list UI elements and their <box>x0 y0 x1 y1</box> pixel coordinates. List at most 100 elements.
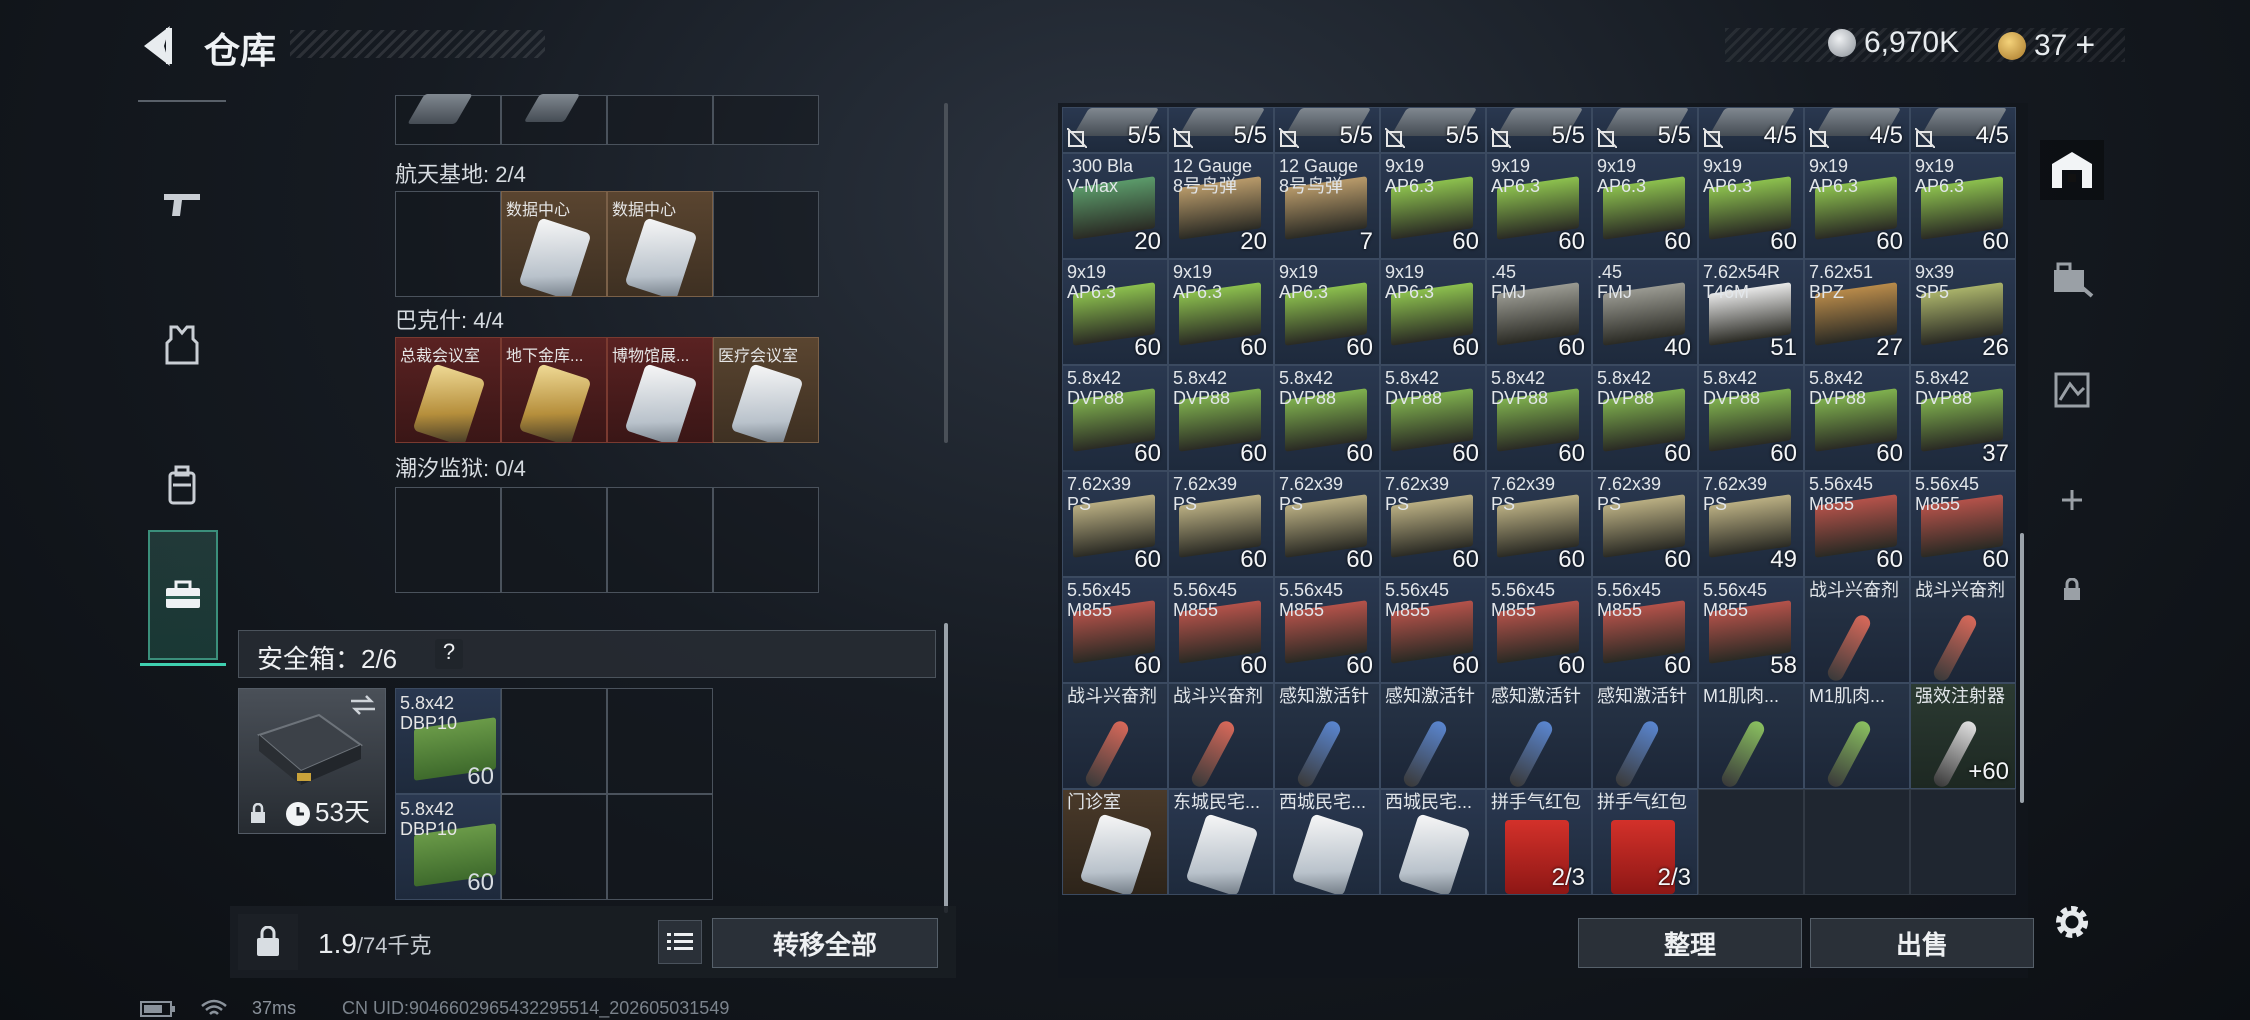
stash-item[interactable]: 5/5 <box>1592 107 1698 153</box>
keycard-slot[interactable]: 地下金库... <box>501 337 607 443</box>
sort-button[interactable]: 整理 <box>1578 918 1802 968</box>
currency-display[interactable]: 6,970K <box>1828 26 1959 60</box>
grid-slot[interactable] <box>395 94 501 145</box>
stash-item[interactable]: 感知激活针 <box>1592 683 1698 789</box>
stash-item[interactable]: 感知激活针 <box>1274 683 1380 789</box>
back-button[interactable] <box>136 22 180 70</box>
safebox-slot[interactable] <box>501 688 607 794</box>
stash-item[interactable]: 东城民宅... <box>1168 789 1274 895</box>
stash-item[interactable]: 5.8x42 DVP88 60 <box>1592 365 1698 471</box>
stash-item[interactable]: 9x19 AP6.3 60 <box>1168 259 1274 365</box>
rail-item-equipment[interactable] <box>2040 230 2104 330</box>
stash-item[interactable]: 5.56x45 M855 60 <box>1062 577 1168 683</box>
safebox-slot[interactable] <box>607 688 713 794</box>
stash-item[interactable]: 5.56x45 M855 60 <box>1804 471 1910 577</box>
keycard-slot[interactable]: 博物馆展... <box>607 337 713 443</box>
stash-item[interactable]: 7.62x39 PS 60 <box>1274 471 1380 577</box>
stash-item[interactable]: 5.56x45 M855 60 <box>1910 471 2016 577</box>
stash-item[interactable]: 7.62x54R T46M 51 <box>1698 259 1804 365</box>
stash-item[interactable]: 7.62x39 PS 49 <box>1698 471 1804 577</box>
stash-item[interactable]: 5.56x45 M855 60 <box>1380 577 1486 683</box>
rail-item-collectibles[interactable] <box>2040 340 2104 440</box>
stash-scrollbar-thumb[interactable] <box>2020 533 2024 803</box>
stash-item[interactable]: M1肌肉... <box>1804 683 1910 789</box>
rail-item-locked[interactable] <box>2040 540 2104 640</box>
grid-slot[interactable] <box>395 191 501 297</box>
grid-slot[interactable] <box>607 487 713 593</box>
stash-item[interactable]: 5.56x45 M855 58 <box>1698 577 1804 683</box>
stash-item[interactable]: 拼手气红包 2/3 <box>1592 789 1698 895</box>
stash-item[interactable]: 拼手气红包 2/3 <box>1486 789 1592 895</box>
stash-item[interactable]: .45 FMJ 40 <box>1592 259 1698 365</box>
nav-item-weapons[interactable] <box>138 140 226 270</box>
keycard-slot[interactable]: 总裁会议室 <box>395 337 501 443</box>
stash-item[interactable]: 7.62x39 PS 60 <box>1380 471 1486 577</box>
safebox-item[interactable]: 5.8x42 DBP10 60 <box>395 794 501 900</box>
stash-item[interactable]: 9x19 AP6.3 60 <box>1698 153 1804 259</box>
scrollbar-thumb[interactable] <box>944 623 948 913</box>
stash-item[interactable]: 9x19 AP6.3 60 <box>1380 259 1486 365</box>
stash-item[interactable]: 战斗兴奋剂 <box>1804 577 1910 683</box>
sell-button[interactable]: 出售 <box>1810 918 2034 968</box>
stash-item[interactable]: 9x19 AP6.3 60 <box>1592 153 1698 259</box>
safebox-case[interactable]: 53天 <box>238 688 386 834</box>
stash-item[interactable]: 7.62x39 PS 60 <box>1168 471 1274 577</box>
rail-item-all[interactable] <box>2040 120 2104 220</box>
keycard-slot[interactable]: 数据中心 <box>501 191 607 297</box>
scrollbar-track[interactable] <box>944 103 948 443</box>
stash-item[interactable]: M1肌肉... <box>1698 683 1804 789</box>
stash-item[interactable]: 5/5 <box>1380 107 1486 153</box>
transfer-all-button[interactable]: 转移全部 <box>712 918 938 968</box>
empty-slot[interactable] <box>1698 789 1804 895</box>
stash-item[interactable]: 9x19 AP6.3 60 <box>1804 153 1910 259</box>
token-display[interactable]: 37 + <box>1998 26 2095 65</box>
stash-item[interactable]: 战斗兴奋剂 <box>1910 577 2016 683</box>
list-view-button[interactable] <box>658 920 702 964</box>
lock-button[interactable] <box>238 914 298 970</box>
stash-item[interactable]: 7.62x39 PS 60 <box>1486 471 1592 577</box>
stash-item[interactable]: 5.56x45 M855 60 <box>1486 577 1592 683</box>
stash-item[interactable]: 4/5 <box>1804 107 1910 153</box>
stash-item[interactable]: 西城民宅... <box>1380 789 1486 895</box>
stash-item[interactable]: .45 FMJ 60 <box>1486 259 1592 365</box>
nav-item-safebox[interactable] <box>140 530 226 666</box>
stash-item[interactable]: 感知激活针 <box>1486 683 1592 789</box>
stash-item[interactable]: 5.56x45 M855 60 <box>1592 577 1698 683</box>
stash-item[interactable]: .300 Bla V-Max 20 <box>1062 153 1168 259</box>
stash-item[interactable]: 5.8x42 DVP88 60 <box>1062 365 1168 471</box>
stash-item[interactable]: 9x19 AP6.3 60 <box>1486 153 1592 259</box>
stash-item[interactable]: 5.8x42 DVP88 60 <box>1804 365 1910 471</box>
stash-item[interactable]: 5.56x45 M855 60 <box>1274 577 1380 683</box>
stash-item[interactable]: 感知激活针 <box>1380 683 1486 789</box>
stash-item[interactable]: 4/5 <box>1910 107 2016 153</box>
stash-item[interactable]: 5.8x42 DVP88 60 <box>1274 365 1380 471</box>
add-token-button[interactable]: + <box>2075 26 2095 65</box>
stash-item[interactable]: 强效注射器 +60 <box>1910 683 2016 789</box>
help-button[interactable]: ? <box>435 639 463 669</box>
stash-item[interactable]: 战斗兴奋剂 <box>1168 683 1274 789</box>
stash-item[interactable]: 5.8x42 DVP88 60 <box>1168 365 1274 471</box>
stash-item[interactable]: 7.62x51 BPZ 27 <box>1804 259 1910 365</box>
safebox-item[interactable]: 5.8x42 DBP10 60 <box>395 688 501 794</box>
safebox-slot[interactable] <box>607 794 713 900</box>
stash-item[interactable]: 9x19 AP6.3 60 <box>1910 153 2016 259</box>
grid-slot[interactable] <box>607 95 713 145</box>
stash-item[interactable]: 5/5 <box>1168 107 1274 153</box>
swap-icon[interactable] <box>349 695 377 715</box>
stash-item[interactable]: 4/5 <box>1698 107 1804 153</box>
stash-item[interactable]: 5.8x42 DVP88 60 <box>1486 365 1592 471</box>
grid-slot[interactable] <box>713 191 819 297</box>
empty-slot[interactable] <box>1804 789 1910 895</box>
stash-item[interactable]: 5.8x42 DVP88 37 <box>1910 365 2016 471</box>
stash-item[interactable]: 5.8x42 DVP88 60 <box>1380 365 1486 471</box>
grid-slot[interactable] <box>713 95 819 145</box>
stash-item[interactable]: 5.8x42 DVP88 60 <box>1698 365 1804 471</box>
grid-slot[interactable] <box>501 487 607 593</box>
grid-slot[interactable] <box>501 94 607 145</box>
stash-item[interactable]: 9x39 SP5 26 <box>1910 259 2016 365</box>
stash-item[interactable]: 5/5 <box>1274 107 1380 153</box>
keycard-slot[interactable]: 数据中心 <box>607 191 713 297</box>
stash-item[interactable]: 12 Gauge 8号鸟弹 20 <box>1168 153 1274 259</box>
stash-item[interactable]: 5.56x45 M855 60 <box>1168 577 1274 683</box>
stash-item[interactable]: 5/5 <box>1062 107 1168 153</box>
